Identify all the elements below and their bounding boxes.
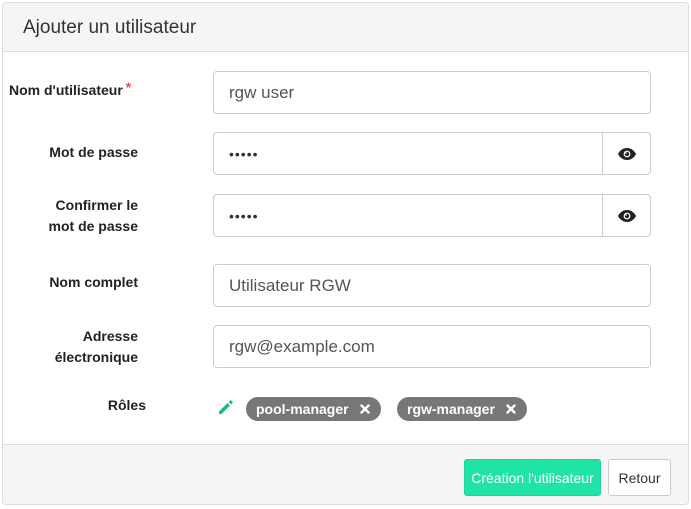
close-icon[interactable] (505, 403, 517, 415)
username-label: Nom d'utilisateur * (9, 79, 139, 101)
email-label-line1: Adresse (82, 328, 138, 344)
role-tag-pool-manager: pool-manager (246, 397, 381, 421)
email-label: Adresse électronique (23, 326, 138, 368)
full-name-label: Nom complet (49, 274, 138, 290)
confirm-password-input-group: ••••• (213, 194, 651, 237)
show-password-button[interactable] (602, 132, 651, 175)
role-tag-label: pool-manager (256, 401, 349, 417)
add-user-panel: Ajouter un utilisateur Nom d'utilisateur… (2, 2, 689, 505)
close-icon-glyph (359, 404, 370, 414)
create-user-button[interactable]: Création l'utilisateur (464, 459, 601, 496)
full-name-input[interactable]: Utilisateur RGW (213, 264, 651, 307)
confirm-password-label-line1: Confirmer le (55, 197, 138, 213)
username-label-text: Nom d'utilisateur (9, 82, 123, 98)
back-button[interactable]: Retour (608, 459, 671, 496)
close-icon[interactable] (359, 403, 371, 415)
roles-label: Rôles (107, 397, 146, 413)
username-input[interactable]: rgw user (213, 71, 651, 114)
password-label: Mot de passe (49, 144, 138, 160)
eye-icon (617, 147, 636, 160)
show-confirm-password-button[interactable] (602, 194, 651, 237)
page-title: Ajouter un utilisateur (23, 17, 197, 38)
pencil-icon[interactable] (216, 397, 236, 417)
eye-icon (617, 209, 636, 222)
required-marker: * (125, 79, 132, 95)
confirm-password-input[interactable]: ••••• (213, 194, 602, 237)
email-label-line2: électronique (54, 349, 138, 365)
panel-header: Ajouter un utilisateur (3, 3, 688, 52)
close-icon-glyph (506, 404, 516, 414)
confirm-password-label: Confirmer le mot de passe (23, 195, 138, 237)
confirm-password-label-line2: mot de passe (48, 218, 138, 234)
password-input-group: ••••• (213, 132, 651, 175)
role-tag-rgw-manager: rgw-manager (397, 397, 527, 421)
role-tag-label: rgw-manager (407, 401, 495, 417)
password-input[interactable]: ••••• (213, 132, 602, 175)
email-input[interactable]: rgw@example.com (213, 325, 651, 368)
panel-footer: Création l'utilisateur Retour (3, 444, 688, 504)
